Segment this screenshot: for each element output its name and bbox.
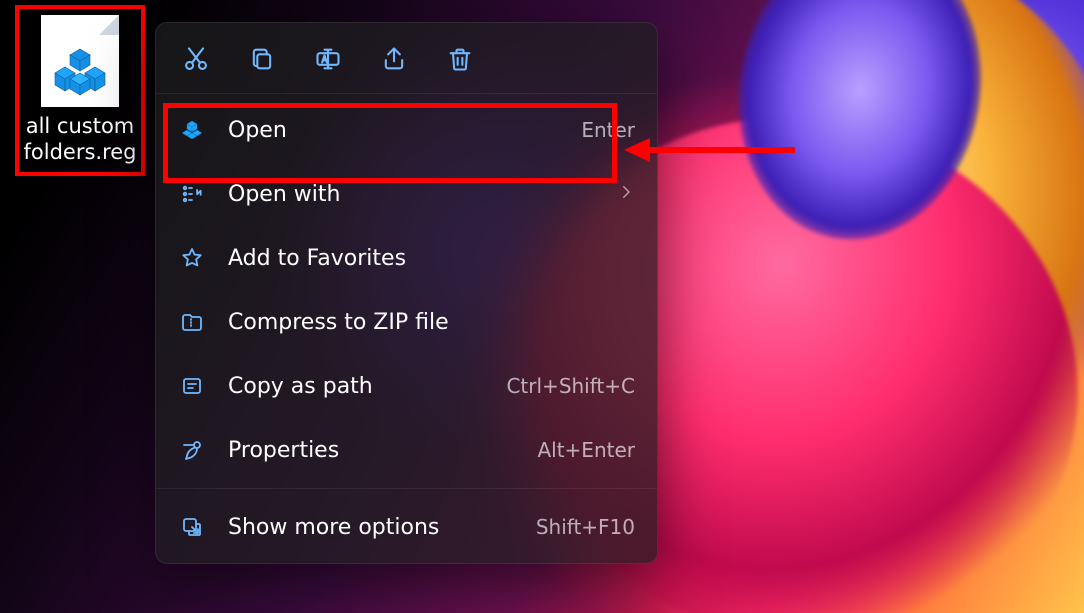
menu-separator (156, 488, 657, 489)
menu-compress-zip[interactable]: Compress to ZIP file (156, 290, 657, 354)
desktop-file-label: all custom folders.reg (24, 113, 137, 166)
reg-file-icon (41, 15, 119, 107)
menu-properties-label: Properties (228, 438, 525, 463)
chevron-right-icon (617, 182, 635, 207)
menu-open-with[interactable]: Open with (156, 162, 657, 226)
cut-button[interactable] (174, 37, 218, 81)
menu-copy-path-label: Copy as path (228, 374, 494, 399)
share-button[interactable] (372, 37, 416, 81)
rename-icon (314, 45, 342, 73)
cut-icon (182, 45, 210, 73)
copy-icon (248, 45, 276, 73)
reg-file-icon (178, 116, 206, 144)
menu-list: Open Enter Open with (156, 94, 657, 563)
open-with-icon (178, 180, 206, 208)
menu-copy-path-shortcut: Ctrl+Shift+C (506, 374, 635, 398)
copy-button[interactable] (240, 37, 284, 81)
menu-properties-shortcut: Alt+Enter (537, 438, 635, 462)
menu-copy-path[interactable]: Copy as path Ctrl+Shift+C (156, 354, 657, 418)
menu-show-more-shortcut: Shift+F10 (536, 515, 635, 539)
menu-open-with-label: Open with (228, 182, 605, 207)
menu-open[interactable]: Open Enter (156, 98, 657, 162)
star-icon (178, 244, 206, 272)
delete-button[interactable] (438, 37, 482, 81)
menu-add-favorites-label: Add to Favorites (228, 246, 635, 271)
context-menu: Open Enter Open with (155, 22, 658, 564)
copy-path-icon (178, 372, 206, 400)
zip-icon (178, 308, 206, 336)
menu-properties[interactable]: Properties Alt+Enter (156, 418, 657, 482)
delete-icon (446, 45, 474, 73)
rename-button[interactable] (306, 37, 350, 81)
menu-add-favorites[interactable]: Add to Favorites (156, 226, 657, 290)
properties-icon (178, 436, 206, 464)
quick-actions-row (156, 23, 657, 94)
share-icon (380, 45, 408, 73)
menu-open-shortcut: Enter (581, 118, 635, 142)
desktop-reg-file[interactable]: all custom folders.reg (15, 5, 145, 176)
menu-compress-label: Compress to ZIP file (228, 310, 635, 335)
more-options-icon (178, 513, 206, 541)
menu-show-more[interactable]: Show more options Shift+F10 (156, 495, 657, 559)
menu-open-label: Open (228, 118, 569, 143)
menu-show-more-label: Show more options (228, 515, 524, 540)
